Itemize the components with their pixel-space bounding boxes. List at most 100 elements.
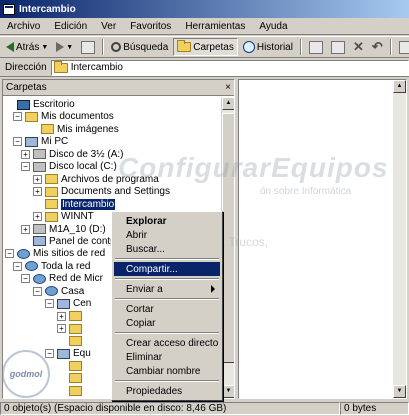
network-icon [17, 248, 30, 259]
content-scrollbar[interactable]: ▲ ▼ [393, 80, 406, 398]
copy-to-button[interactable] [328, 38, 348, 56]
tree-item[interactable]: − Mi PC [13, 135, 68, 148]
menu-item-cortar[interactable]: Cortar [114, 302, 220, 316]
tree-item[interactable] [57, 372, 85, 385]
menu-item-eliminar[interactable]: Eliminar [114, 350, 220, 364]
expand-icon[interactable]: + [33, 187, 42, 197]
tree-item[interactable]: − Red de Micr [21, 272, 103, 285]
folder-icon [41, 124, 54, 135]
collapse-icon[interactable]: − [13, 137, 22, 147]
menu-item-copiar[interactable]: Copiar [114, 316, 220, 330]
tree-item[interactable]: + WINNT [33, 210, 94, 223]
menu-item-crear-acceso-directo[interactable]: Crear acceso directo [114, 336, 220, 350]
tree-item[interactable] [57, 384, 85, 397]
scroll-down-icon[interactable]: ▼ [222, 385, 234, 398]
search-button[interactable]: Búsqueda [108, 38, 171, 56]
menu-separator [115, 298, 219, 300]
menu-separator [115, 332, 219, 334]
tree-item-label: Equ [73, 348, 91, 359]
tree-item-label: Disco de 3½ (A:) [49, 148, 124, 160]
collapse-icon[interactable]: − [45, 349, 54, 358]
up-folder-button[interactable] [78, 38, 98, 56]
toolbar-separator [299, 39, 302, 55]
expand-icon[interactable]: + [33, 174, 42, 184]
menu-item-propiedades[interactable]: Propiedades [114, 384, 220, 398]
views-button[interactable]: ▼ [396, 38, 409, 56]
folder-icon [69, 373, 82, 384]
collapse-icon[interactable]: − [13, 261, 22, 271]
tree-item[interactable]: − Cen [45, 297, 91, 310]
tree-item[interactable] [57, 335, 85, 348]
menu-item-abrir[interactable]: Abrir [114, 228, 220, 242]
scroll-up-icon[interactable]: ▲ [222, 97, 234, 110]
tree-item[interactable]: − Mis documentos [13, 110, 114, 123]
tree-item[interactable]: Mis imágenes [29, 123, 119, 136]
collapse-icon[interactable]: − [13, 112, 22, 122]
expand-icon[interactable]: + [21, 149, 30, 159]
forward-button[interactable]: ▼ [53, 38, 76, 56]
menu-item-buscar[interactable]: Buscar... [114, 242, 220, 256]
status-size: 0 bytes [340, 402, 409, 415]
close-icon[interactable]: × [225, 82, 231, 93]
tree-item[interactable] [57, 359, 85, 372]
history-icon [242, 41, 255, 53]
status-objects: 0 objeto(s) (Espacio disponible en disco… [0, 402, 340, 415]
tree-item[interactable]: Intercambio [33, 198, 116, 211]
tree-item[interactable]: − Equ [45, 347, 91, 360]
tree-item-label: Mis sitios de red [33, 248, 106, 260]
expand-icon[interactable]: + [21, 224, 30, 234]
tree-item[interactable]: − Casa [33, 285, 84, 298]
collapse-icon[interactable]: − [33, 286, 42, 296]
back-arrow-icon [6, 42, 14, 52]
toolbar-separator [389, 39, 392, 55]
scroll-up-icon[interactable]: ▲ [393, 80, 406, 93]
tree-item[interactable]: − Mis sitios de red [5, 247, 105, 260]
menu-ayuda[interactable]: Ayuda [252, 21, 294, 32]
tree-item[interactable]: + Disco de 3½ (A:) [21, 148, 123, 161]
tree-item-label: Documents and Settings [61, 186, 170, 198]
control-panel-icon [33, 236, 46, 247]
tree-item[interactable]: + [57, 322, 85, 335]
address-field[interactable]: Intercambio [50, 59, 409, 76]
menu-ver[interactable]: Ver [94, 21, 123, 32]
menu-edicion[interactable]: Edición [47, 21, 94, 32]
history-button[interactable]: Historial [240, 38, 296, 56]
tree-item-label: Mis documentos [41, 111, 114, 123]
collapse-icon[interactable]: − [21, 162, 30, 172]
menu-favoritos[interactable]: Favoritos [123, 21, 178, 32]
address-bar: Dirección Intercambio [0, 59, 409, 77]
tree-item[interactable]: + [57, 310, 85, 323]
expand-icon[interactable]: + [57, 311, 66, 321]
tree-item[interactable]: + Documents and Settings [33, 185, 170, 198]
menu-item-compartir[interactable]: Compartir... [114, 262, 220, 276]
menu-item-explorar[interactable]: Explorar [114, 214, 220, 228]
collapse-icon[interactable]: − [45, 299, 54, 309]
collapse-icon[interactable]: − [21, 274, 30, 284]
undo-button[interactable]: ↶ [369, 38, 386, 56]
dropdown-arrow-icon[interactable]: ▼ [66, 44, 73, 51]
expand-icon[interactable]: + [33, 212, 42, 222]
tree-item[interactable]: − Toda la red [13, 260, 90, 273]
menu-separator [115, 258, 219, 260]
menu-item-enviar-a[interactable]: Enviar a [114, 282, 220, 296]
views-icon [398, 40, 409, 54]
collapse-icon[interactable]: − [5, 249, 14, 259]
delete-button[interactable]: ✕ [350, 38, 367, 56]
computer-icon [57, 298, 70, 309]
folders-pane-header: Carpetas × [3, 80, 234, 96]
tree-item[interactable]: Escritorio [5, 98, 75, 111]
watermark-subtitle: ón sobre Informática [260, 186, 352, 197]
scroll-down-icon[interactable]: ▼ [393, 385, 406, 398]
menu-archivo[interactable]: Archivo [0, 21, 47, 32]
move-to-button[interactable] [306, 38, 326, 56]
menu-herramientas[interactable]: Herramientas [178, 21, 252, 32]
tree-item-label: Disco local (C:) [49, 161, 117, 173]
dropdown-arrow-icon[interactable]: ▼ [41, 44, 48, 51]
tree-item[interactable]: − Disco local (C:) [21, 160, 117, 173]
tree-item-label: M1A_10 (D:) [49, 223, 106, 235]
tree-item[interactable]: + M1A_10 (D:) [21, 223, 106, 236]
back-button[interactable]: Atrás ▼ [3, 38, 51, 56]
folders-button[interactable]: Carpetas [173, 38, 238, 56]
menu-item-cambiar-nombre[interactable]: Cambiar nombre [114, 364, 220, 378]
expand-icon[interactable]: + [57, 324, 66, 334]
